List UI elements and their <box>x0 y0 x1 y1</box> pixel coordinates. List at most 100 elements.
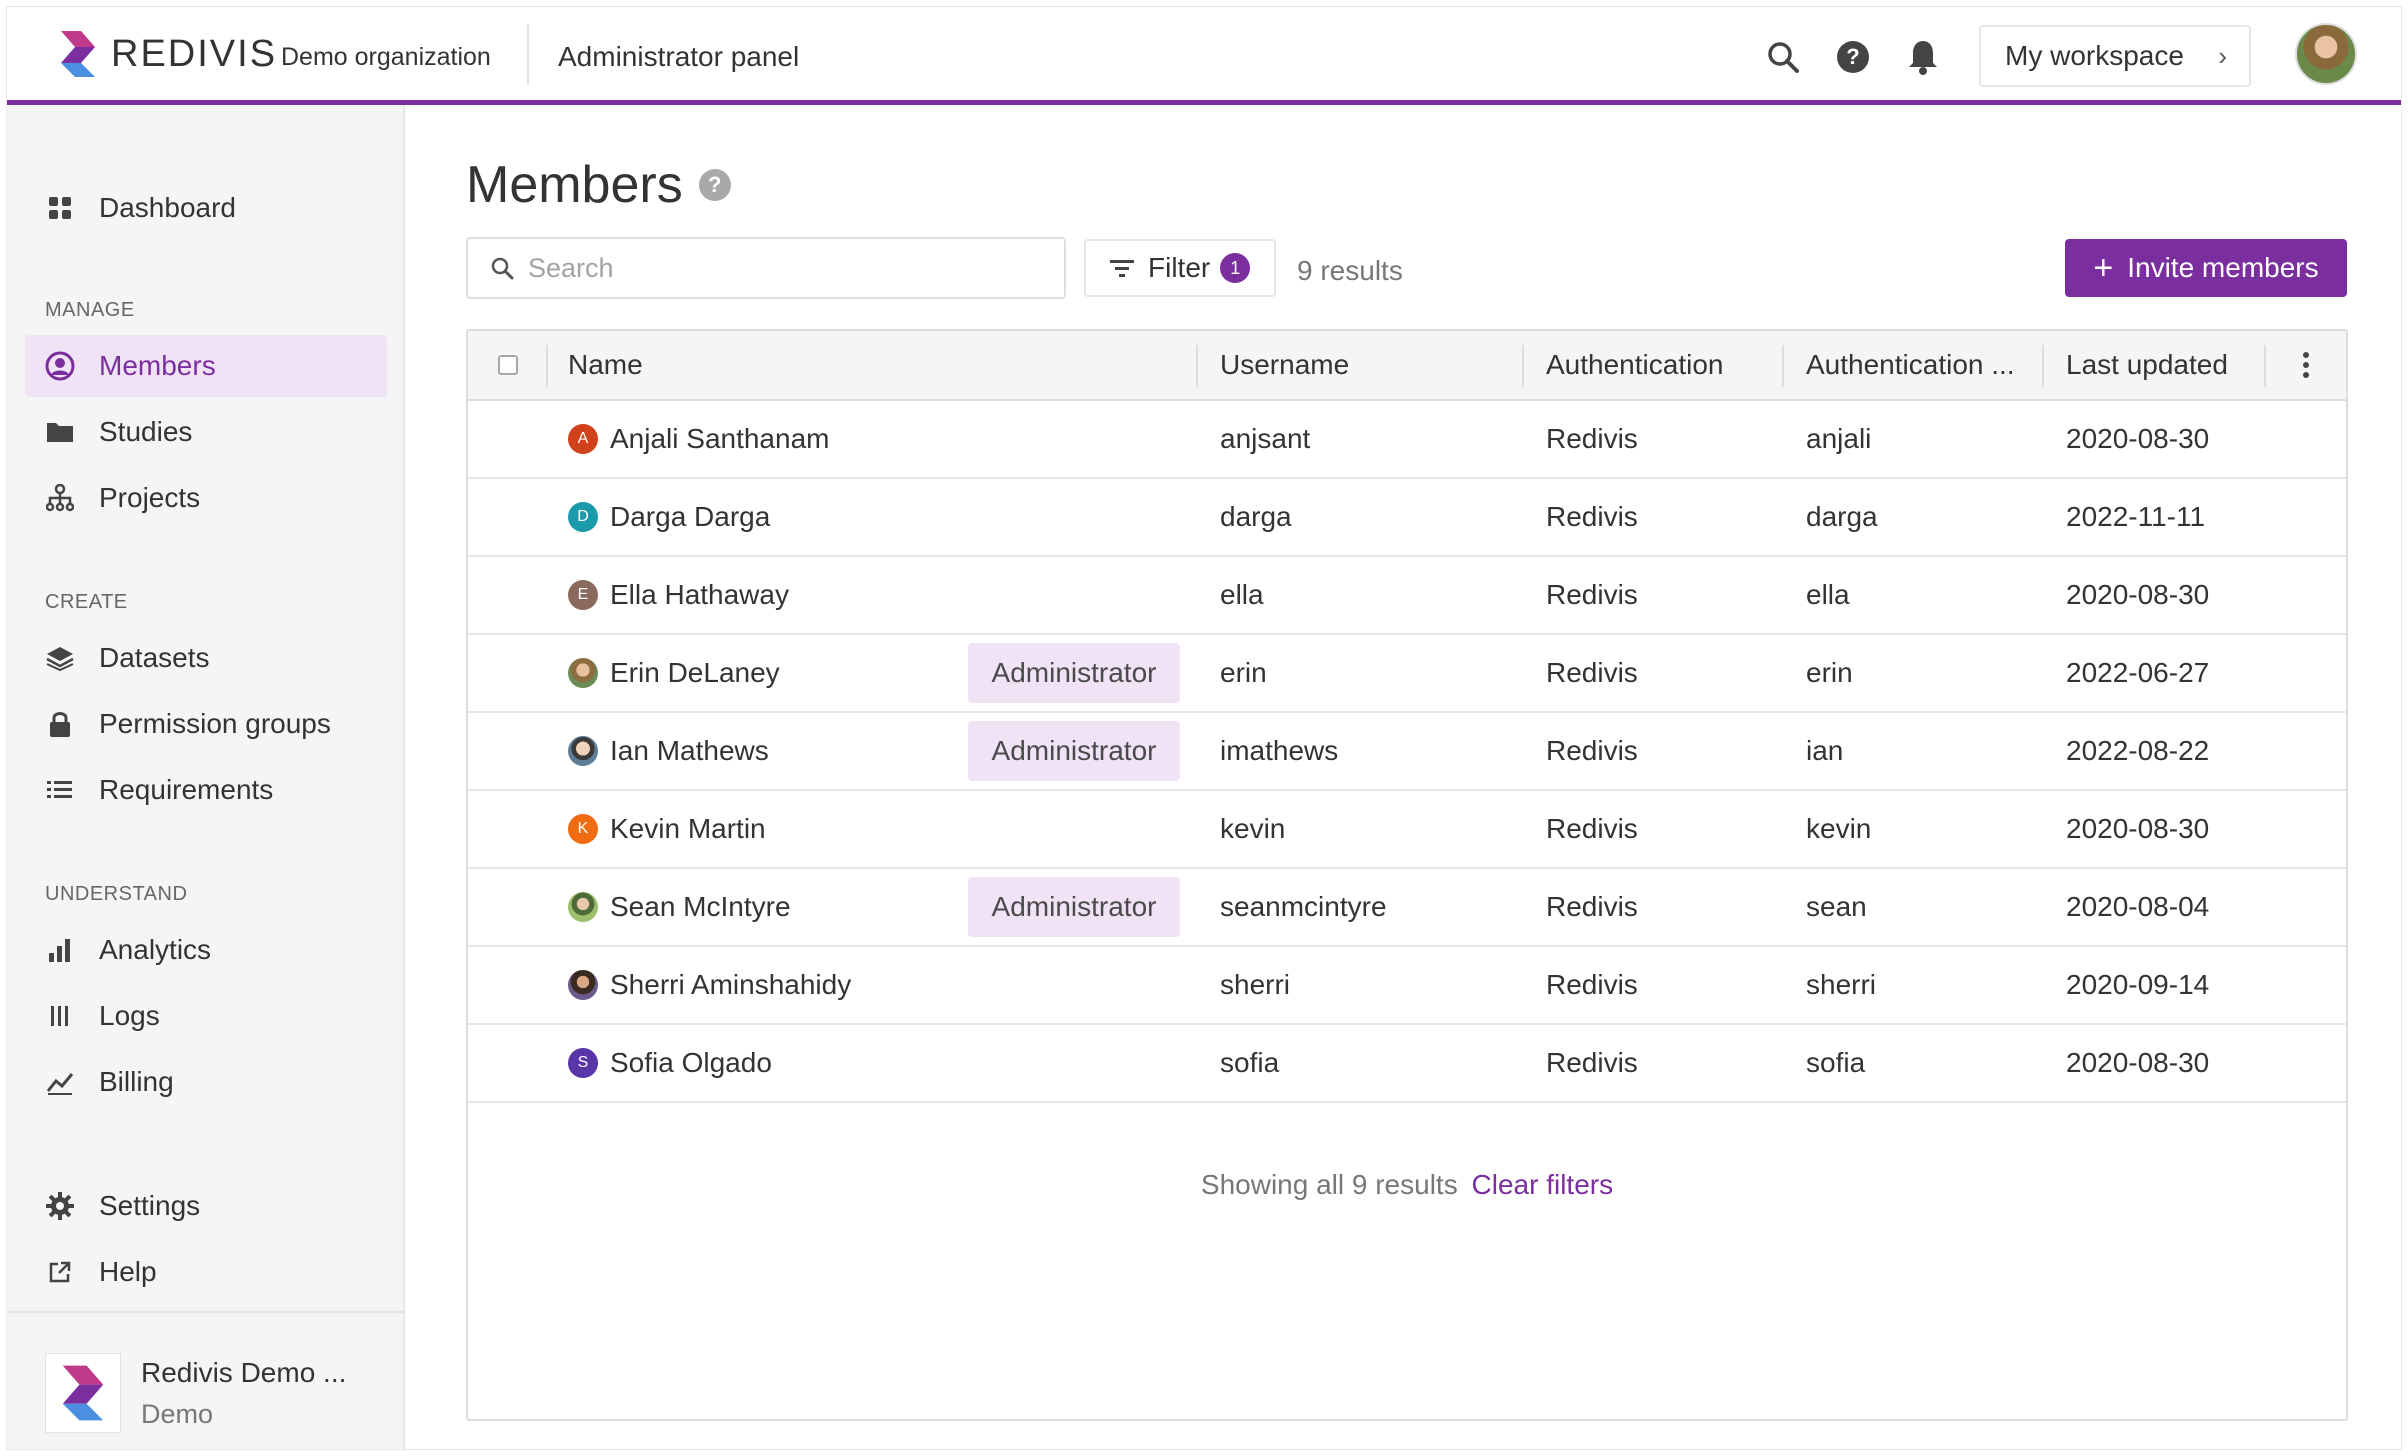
table-row[interactable]: S Sofia Olgado sofia Redivis sofia 2020-… <box>468 1025 2346 1103</box>
filter-icon <box>1110 260 1134 277</box>
name-cell[interactable]: Sherri Aminshahidy <box>568 947 851 1023</box>
auth-id-cell: kevin <box>1806 813 1872 844</box>
avatar <box>568 736 598 766</box>
table-row[interactable]: Ian Mathews Administrator imathews Rediv… <box>468 713 2346 791</box>
filter-button[interactable]: Filter 1 <box>1084 239 1276 297</box>
sidebar-item-label: Analytics <box>99 934 212 965</box>
my-workspace-button[interactable]: My workspace › <box>1979 25 2251 87</box>
sidebar-item-members[interactable]: Members <box>25 335 387 397</box>
name-cell[interactable]: Ian Mathews <box>568 713 769 789</box>
avatar <box>568 970 598 1000</box>
avatar: E <box>568 580 598 610</box>
table-row[interactable]: Sherri Aminshahidy sherri Redivis sherri… <box>468 947 2346 1025</box>
section-create: CREATE <box>45 591 128 613</box>
name-cell[interactable]: S Sofia Olgado <box>568 1025 772 1101</box>
help-icon[interactable]: ? <box>698 169 731 201</box>
org-name[interactable]: Demo organization <box>281 43 491 72</box>
results-count: 9 results <box>1297 255 1403 286</box>
table-row[interactable]: Sean McIntyre Administrator seanmcintyre… <box>468 869 2346 947</box>
workspace-label: My workspace <box>2005 40 2184 71</box>
name-cell[interactable]: E Ella Hathaway <box>568 557 789 633</box>
name-cell[interactable]: K Kevin Martin <box>568 791 766 867</box>
auth-id-cell: anjali <box>1806 423 1872 454</box>
member-name: Erin DeLaney <box>610 657 780 688</box>
org-switcher[interactable]: Redivis Demo ... Demo <box>7 1311 405 1449</box>
filter-label: Filter <box>1148 252 1211 283</box>
name-cell[interactable]: A Anjali Santhanam <box>568 401 829 477</box>
sidebar-item-label: Logs <box>99 1000 160 1031</box>
column-username[interactable]: Username <box>1220 331 1349 399</box>
sidebar-item-label: Settings <box>99 1190 201 1221</box>
column-authentication-id[interactable]: Authentication ... <box>1806 331 2015 399</box>
table-row[interactable]: E Ella Hathaway ella Redivis ella 2020-0… <box>468 557 2346 635</box>
table-row[interactable]: D Darga Darga darga Redivis darga 2022-1… <box>468 479 2346 557</box>
avatar: D <box>568 502 598 532</box>
sidebar-item-projects[interactable]: Projects <box>25 467 387 529</box>
auth-cell: Redivis <box>1546 501 1638 532</box>
sidebar-item-permission-groups[interactable]: Permission groups <box>25 693 387 755</box>
username-cell: erin <box>1220 657 1267 688</box>
member-name: Sofia Olgado <box>610 1047 772 1078</box>
auth-cell: Redivis <box>1546 1047 1638 1078</box>
sidebar-item-label: Members <box>99 350 216 381</box>
column-divider <box>2042 345 2044 387</box>
sidebar-item-billing[interactable]: Billing <box>25 1051 387 1113</box>
table-header: Name Username Authentication Authenticat… <box>468 331 2346 401</box>
user-avatar[interactable] <box>2295 23 2357 85</box>
search-input[interactable] <box>528 252 1048 284</box>
table-row[interactable]: A Anjali Santhanam anjsant Redivis anjal… <box>468 401 2346 479</box>
search-icon[interactable] <box>1763 37 1803 77</box>
top-bar: REDIVIS Demo organization Administrator … <box>7 7 2401 105</box>
avatar: A <box>568 424 598 454</box>
sidebar-item-settings[interactable]: Settings <box>25 1175 387 1237</box>
search-field[interactable] <box>466 237 1066 299</box>
name-cell[interactable]: D Darga Darga <box>568 479 770 555</box>
member-name: Kevin Martin <box>610 813 766 844</box>
select-all-checkbox[interactable] <box>498 355 518 375</box>
sidebar-item-logs[interactable]: Logs <box>25 985 387 1047</box>
username-cell: anjsant <box>1220 423 1311 454</box>
sidebar-item-studies[interactable]: Studies <box>25 401 387 463</box>
column-name[interactable]: Name <box>568 331 643 399</box>
auth-id-cell: erin <box>1806 657 1853 688</box>
invite-label: Invite members <box>2127 252 2319 283</box>
org-footer-sub: Demo <box>141 1399 214 1429</box>
member-avatar-icon <box>45 351 75 381</box>
clear-filters-link[interactable]: Clear filters <box>1472 1169 1614 1200</box>
updated-cell: 2020-08-30 <box>2066 813 2210 844</box>
help-icon[interactable]: ? <box>1833 37 1873 77</box>
sidebar-item-analytics[interactable]: Analytics <box>25 919 387 981</box>
column-last-updated[interactable]: Last updated <box>2066 331 2228 399</box>
page-title: Members ? <box>466 155 731 215</box>
column-authentication[interactable]: Authentication <box>1546 331 1723 399</box>
more-options-icon[interactable] <box>2302 331 2310 399</box>
avatar <box>568 892 598 922</box>
filter-count-badge: 1 <box>1220 253 1251 283</box>
name-cell[interactable]: Erin DeLaney <box>568 635 780 711</box>
auth-id-cell: sean <box>1806 891 1867 922</box>
sidebar-item-help[interactable]: Help <box>25 1241 387 1303</box>
member-name: Ella Hathaway <box>610 579 789 610</box>
sidebar-item-label: Help <box>99 1256 157 1287</box>
plus-icon: + <box>2093 248 2114 287</box>
folder-icon <box>45 417 75 447</box>
updated-cell: 2020-09-14 <box>2066 969 2210 1000</box>
name-cell[interactable]: Sean McIntyre <box>568 869 791 945</box>
invite-members-button[interactable]: + Invite members <box>2065 239 2347 297</box>
sidebar-item-datasets[interactable]: Datasets <box>25 627 387 689</box>
notifications-bell-icon[interactable] <box>1903 37 1943 77</box>
table-row[interactable]: Erin DeLaney Administrator erin Redivis … <box>468 635 2346 713</box>
auth-cell: Redivis <box>1546 969 1638 1000</box>
header-divider <box>527 25 529 85</box>
table-row[interactable]: K Kevin Martin kevin Redivis kevin 2020-… <box>468 791 2346 869</box>
brand[interactable]: REDIVIS <box>57 29 277 79</box>
administrator-badge: Administrator <box>968 643 1180 703</box>
sidebar-item-dashboard[interactable]: Dashboard <box>25 177 387 239</box>
column-divider <box>1522 345 1524 387</box>
sidebar-item-requirements[interactable]: Requirements <box>25 759 387 821</box>
sidebar-item-label: Dashboard <box>99 192 236 223</box>
column-divider <box>546 345 548 387</box>
logs-icon <box>45 1001 75 1031</box>
auth-cell: Redivis <box>1546 657 1638 688</box>
username-cell: kevin <box>1220 813 1286 844</box>
